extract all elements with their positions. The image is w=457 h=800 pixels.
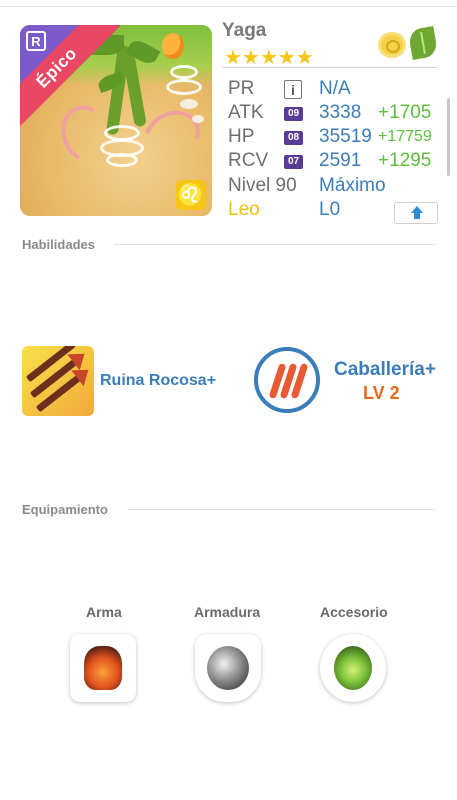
leo-zodiac-icon: ♌ [176, 180, 206, 210]
rank-r-icon: R [26, 31, 46, 51]
skill-ruina-rocosa-label[interactable]: Ruina Rocosa+ [100, 372, 216, 390]
steel-armor-icon [207, 646, 249, 690]
arrow-shaft [35, 374, 82, 413]
element-icons [378, 25, 440, 61]
rcv-rank-badge: 07 [284, 155, 303, 169]
wind-swirl [166, 79, 202, 95]
skill-caballeria-label[interactable]: Caballería+ [334, 359, 436, 381]
header-divider [222, 67, 437, 68]
upgrade-button[interactable] [394, 202, 438, 224]
fire-weapon-icon [84, 646, 122, 690]
root-tendril [134, 100, 210, 172]
stat-hp-bonus: +17759 [378, 128, 432, 145]
skills-divider [114, 244, 436, 245]
nature-accessory-icon [334, 646, 372, 690]
atk-rank-badge: 09 [284, 107, 303, 121]
armor-slot[interactable] [195, 634, 261, 702]
stat-atk-label: ATK [228, 102, 264, 123]
stat-rcv-bonus: +1295 [378, 150, 432, 171]
level-value: Máximo [319, 175, 386, 196]
stat-pr-label: PR [228, 78, 255, 99]
hp-rank-badge: 08 [284, 131, 303, 145]
equipment-divider [128, 509, 436, 510]
stat-hp-value: 35519 [319, 126, 372, 147]
light-element-icon [378, 32, 406, 58]
pebble [180, 99, 198, 109]
stat-atk-bonus: +1705 [378, 102, 432, 123]
equip-armor-label: Armadura [194, 604, 261, 620]
stat-hp-label: HP [228, 126, 255, 147]
accessory-slot[interactable] [320, 634, 386, 702]
info-icon[interactable]: i [284, 80, 302, 99]
sign-value: L0 [319, 199, 341, 220]
nature-leaf-icon [407, 25, 439, 61]
equip-weapon-label: Arma [86, 604, 122, 620]
skill-level: LV 2 [363, 383, 400, 403]
orange-fruit [162, 33, 184, 59]
stat-pr-value: N/A [319, 78, 351, 99]
level-label: Nivel 90 [228, 175, 297, 196]
stat-rcv-label: RCV [228, 150, 269, 171]
pebble [192, 115, 204, 123]
skills-section-title: Habilidades [22, 237, 95, 252]
stat-atk-value: 3338 [319, 102, 362, 123]
wind-swirl [106, 153, 138, 167]
up-arrow-shaft [414, 212, 420, 219]
scrollbar[interactable] [447, 98, 450, 176]
stat-rcv-value: 2591 [319, 150, 362, 171]
equipment-section-title: Equipamiento [22, 502, 108, 517]
sign-label: Leo [228, 199, 260, 220]
rock-arrows-icon[interactable] [22, 346, 94, 416]
hero-portrait[interactable]: Épico R ♌ [20, 25, 212, 216]
wind-swirl [170, 65, 198, 79]
equip-accessory-label: Accesorio [320, 604, 388, 620]
top-divider [0, 6, 457, 7]
claw-marks-icon[interactable] [254, 347, 320, 413]
weapon-slot[interactable] [70, 634, 136, 702]
hero-name: Yaga [222, 20, 267, 41]
